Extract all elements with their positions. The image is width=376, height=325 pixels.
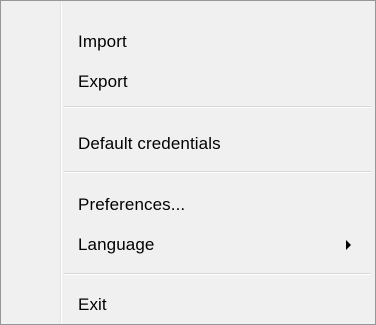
submenu-arrow-icon (346, 240, 351, 250)
menu-item-label: Exit (78, 295, 107, 314)
menu-item-label: Default credentials (78, 134, 221, 153)
menu-separator (64, 171, 371, 173)
menu-item-label: Preferences... (78, 195, 186, 214)
menu-separator (64, 273, 371, 275)
menu-item-export[interactable]: Export (5, 63, 371, 101)
menu-item-exit[interactable]: Exit (5, 286, 371, 324)
menu-item-label: Import (78, 32, 127, 51)
context-menu: Import Export Default credentials Prefer… (0, 0, 376, 325)
menu-item-label: Language (78, 235, 155, 254)
menu-item-label: Export (78, 72, 128, 91)
menu-item-preferences[interactable]: Preferences... (5, 186, 371, 224)
menu-separator (64, 106, 371, 108)
menu-item-language[interactable]: Language (5, 226, 371, 264)
menu-item-default-credentials[interactable]: Default credentials (5, 125, 371, 163)
menu-item-import[interactable]: Import (5, 23, 371, 61)
